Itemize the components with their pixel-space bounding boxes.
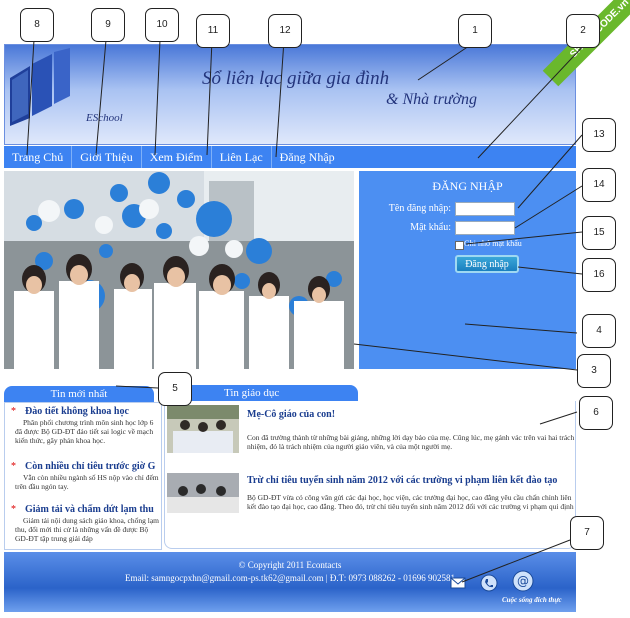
callout-2: 2 xyxy=(566,14,600,48)
callout-12: 12 xyxy=(268,14,302,48)
callout-lines xyxy=(26,39,588,583)
callout-13: 13 xyxy=(582,118,616,152)
callout-3: 3 xyxy=(577,354,611,388)
callout-7: 7 xyxy=(570,516,604,550)
callout-8: 8 xyxy=(20,8,54,42)
callout-15: 15 xyxy=(582,216,616,250)
callout-6: 6 xyxy=(579,396,613,430)
callout-9: 9 xyxy=(91,8,125,42)
callout-16: 16 xyxy=(582,258,616,292)
callout-4: 4 xyxy=(582,314,616,348)
callout-1: 1 xyxy=(458,14,492,48)
callout-14: 14 xyxy=(582,168,616,202)
callout-5: 5 xyxy=(158,372,192,406)
callout-10: 10 xyxy=(145,8,179,42)
callout-11: 11 xyxy=(196,14,230,48)
